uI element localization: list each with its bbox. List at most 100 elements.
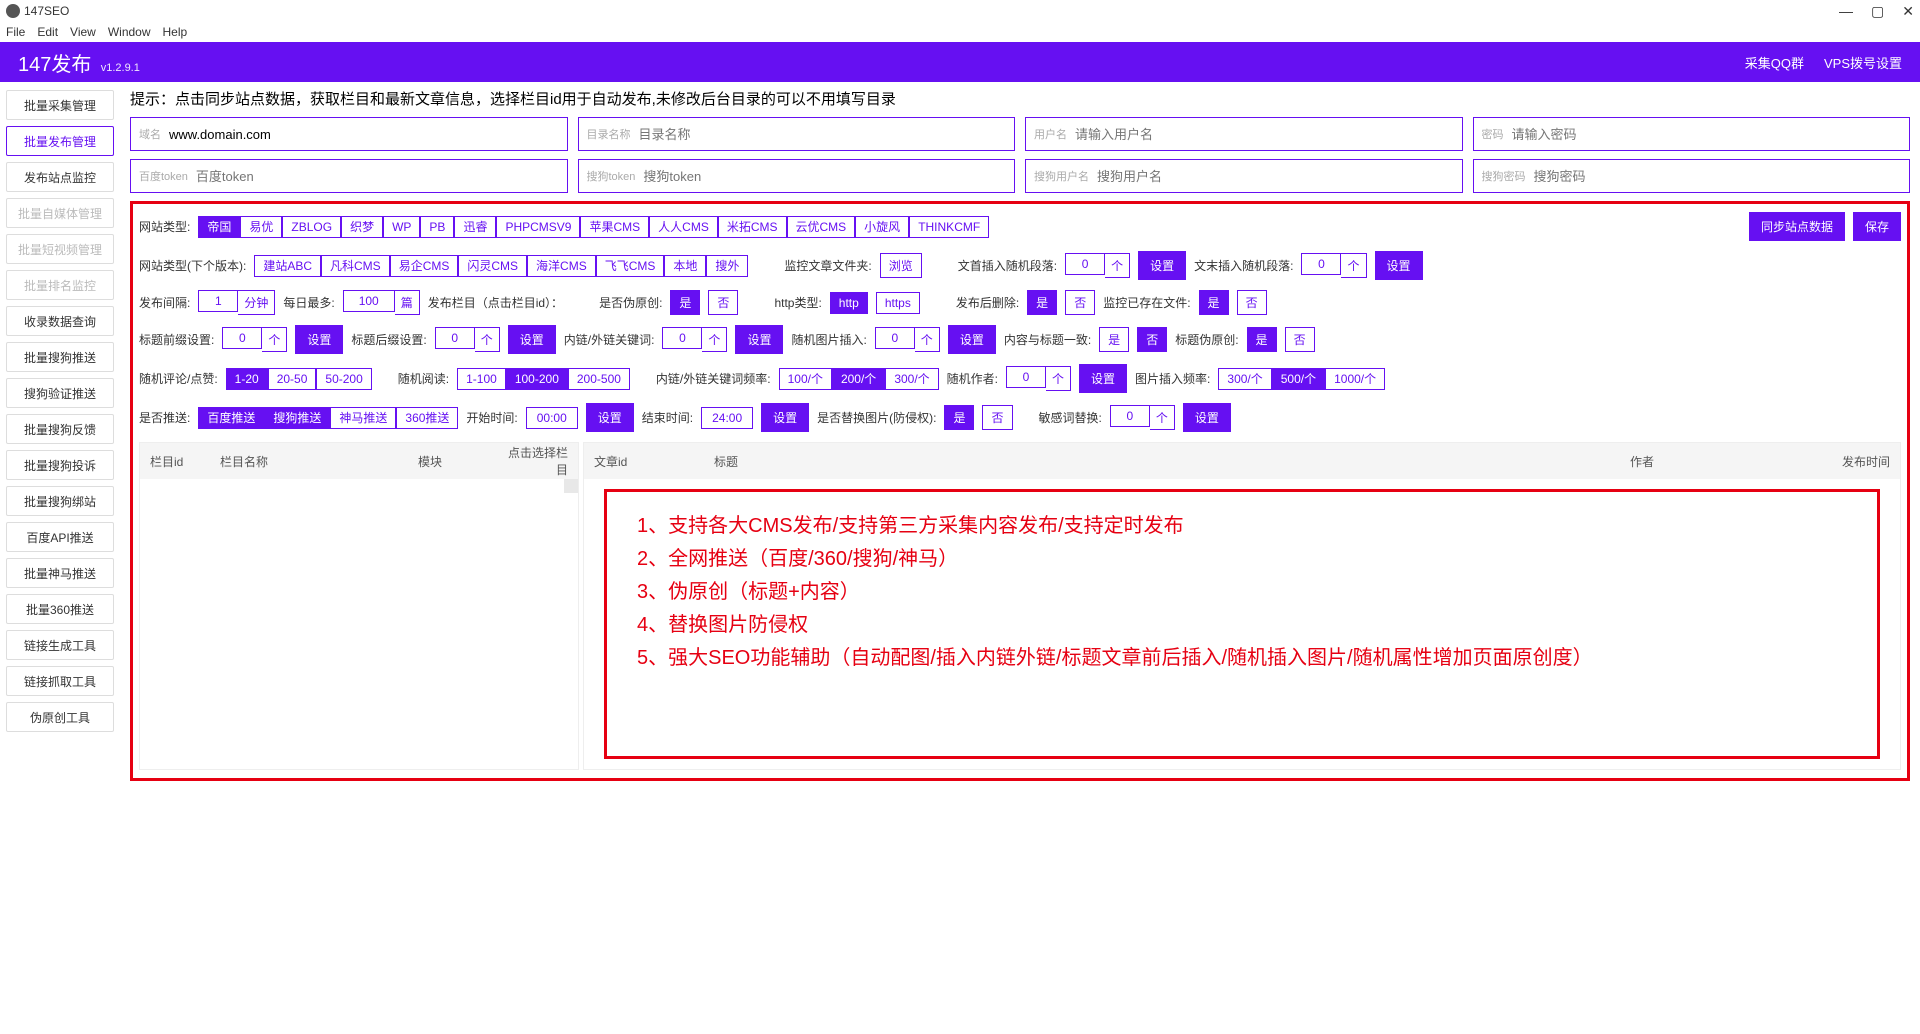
imgFreqs-option-1[interactable]: 500/个 xyxy=(1272,368,1325,390)
linkFreqs-option-2[interactable]: 300/个 xyxy=(885,368,938,390)
maximize-icon[interactable]: ▢ xyxy=(1871,3,1884,20)
siteTypesNext-option-4[interactable]: 海洋CMS xyxy=(527,255,596,277)
menu-edit[interactable]: Edit xyxy=(37,25,58,39)
title-suffix-input[interactable] xyxy=(435,327,475,349)
sidebar-item-2[interactable]: 发布站点监控 xyxy=(6,162,114,192)
sidebar-item-1[interactable]: 批量发布管理 xyxy=(6,126,114,156)
input-dirname[interactable]: 目录名称 xyxy=(578,117,1016,151)
delafter-no[interactable]: 否 xyxy=(1065,290,1095,315)
link-keyword-input[interactable] xyxy=(662,327,702,349)
sogou-user-field[interactable] xyxy=(1097,169,1454,184)
title-suffix-set[interactable]: 设置 xyxy=(508,325,556,354)
sidebar-item-8[interactable]: 搜狗验证推送 xyxy=(6,378,114,408)
pushOptions-option-2[interactable]: 神马推送 xyxy=(330,407,396,429)
commentRanges-option-2[interactable]: 50-200 xyxy=(316,368,371,390)
http-option[interactable]: http xyxy=(830,292,868,314)
readRanges-option-2[interactable]: 200-500 xyxy=(568,368,630,390)
input-domain[interactable]: 域名 xyxy=(130,117,568,151)
readRanges-option-1[interactable]: 100-200 xyxy=(506,368,568,390)
input-sogou-user[interactable]: 搜狗用户名 xyxy=(1025,159,1463,193)
https-option[interactable]: https xyxy=(876,292,920,314)
input-password[interactable]: 密码 xyxy=(1473,117,1911,151)
link-qq-group[interactable]: 采集QQ群 xyxy=(1745,53,1804,72)
monexist-yes[interactable]: 是 xyxy=(1199,290,1229,315)
ctitle-yes[interactable]: 是 xyxy=(1099,327,1129,352)
dirname-field[interactable] xyxy=(639,127,1007,142)
domain-field[interactable] xyxy=(169,127,559,142)
siteTypesNext-option-3[interactable]: 闪灵CMS xyxy=(458,255,527,277)
browse-button[interactable]: 浏览 xyxy=(880,253,922,278)
input-sogou-token[interactable]: 搜狗token xyxy=(578,159,1016,193)
siteTypes-option-3[interactable]: 织梦 xyxy=(341,216,383,238)
siteTypes-option-5[interactable]: PB xyxy=(420,216,454,238)
imgFreqs-option-0[interactable]: 300/个 xyxy=(1218,368,1271,390)
sidebar-item-3[interactable]: 批量自媒体管理 xyxy=(6,198,114,228)
rand-img-input[interactable] xyxy=(875,327,915,349)
save-button[interactable]: 保存 xyxy=(1853,212,1901,241)
input-baidu-token[interactable]: 百度token xyxy=(130,159,568,193)
siteTypesNext-option-2[interactable]: 易企CMS xyxy=(390,255,459,277)
tpseudo-yes[interactable]: 是 xyxy=(1247,327,1277,352)
pushOptions-option-3[interactable]: 360推送 xyxy=(396,407,458,429)
sidebar-item-10[interactable]: 批量搜狗投诉 xyxy=(6,450,114,480)
sidebar-item-16[interactable]: 链接抓取工具 xyxy=(6,666,114,696)
interval-input[interactable] xyxy=(198,290,238,312)
prefix-random-set[interactable]: 设置 xyxy=(1138,251,1186,280)
tpseudo-no[interactable]: 否 xyxy=(1285,327,1315,352)
rand-author-input[interactable] xyxy=(1006,366,1046,388)
monexist-no[interactable]: 否 xyxy=(1237,290,1267,315)
sidebar-item-6[interactable]: 收录数据查询 xyxy=(6,306,114,336)
sidebar-item-14[interactable]: 批量360推送 xyxy=(6,594,114,624)
ctitle-no[interactable]: 否 xyxy=(1137,327,1167,352)
linkFreqs-option-0[interactable]: 100/个 xyxy=(779,368,832,390)
commentRanges-option-0[interactable]: 1-20 xyxy=(226,368,268,390)
menu-file[interactable]: File xyxy=(6,25,25,39)
siteTypes-option-10[interactable]: 米拓CMS xyxy=(718,216,787,238)
siteTypesNext-option-0[interactable]: 建站ABC xyxy=(254,255,321,277)
siteTypesNext-option-5[interactable]: 飞飞CMS xyxy=(596,255,665,277)
pseudo-yes[interactable]: 是 xyxy=(670,290,700,315)
siteTypes-option-9[interactable]: 人人CMS xyxy=(649,216,718,238)
siteTypes-option-0[interactable]: 帝国 xyxy=(198,216,240,238)
repimg-no[interactable]: 否 xyxy=(982,405,1012,430)
siteTypesNext-option-7[interactable]: 搜外 xyxy=(706,255,748,277)
suffix-random-set[interactable]: 设置 xyxy=(1375,251,1423,280)
sidebar-item-5[interactable]: 批量排名监控 xyxy=(6,270,114,300)
start-time-input[interactable] xyxy=(526,407,578,429)
sogou-token-field[interactable] xyxy=(643,169,1006,184)
siteTypes-option-13[interactable]: THINKCMF xyxy=(909,216,989,238)
minimize-icon[interactable]: — xyxy=(1839,3,1853,20)
pseudo-no[interactable]: 否 xyxy=(708,290,738,315)
siteTypes-option-2[interactable]: ZBLOG xyxy=(282,216,341,238)
menu-window[interactable]: Window xyxy=(108,25,151,39)
rand-img-set[interactable]: 设置 xyxy=(948,325,996,354)
input-username[interactable]: 用户名 xyxy=(1025,117,1463,151)
username-field[interactable] xyxy=(1075,127,1454,142)
sidebar-item-7[interactable]: 批量搜狗推送 xyxy=(6,342,114,372)
siteTypes-option-8[interactable]: 苹果CMS xyxy=(580,216,649,238)
pushOptions-option-1[interactable]: 搜狗推送 xyxy=(264,407,330,429)
input-sogou-pwd[interactable]: 搜狗密码 xyxy=(1473,159,1911,193)
title-prefix-input[interactable] xyxy=(222,327,262,349)
sidebar-item-15[interactable]: 链接生成工具 xyxy=(6,630,114,660)
siteTypes-option-12[interactable]: 小旋风 xyxy=(855,216,909,238)
siteTypes-option-4[interactable]: WP xyxy=(383,216,420,238)
readRanges-option-0[interactable]: 1-100 xyxy=(457,368,506,390)
commentRanges-option-1[interactable]: 20-50 xyxy=(268,368,317,390)
siteTypes-option-7[interactable]: PHPCMSV9 xyxy=(496,216,580,238)
siteTypesNext-option-6[interactable]: 本地 xyxy=(664,255,706,277)
sidebar-item-12[interactable]: 百度API推送 xyxy=(6,522,114,552)
repimg-yes[interactable]: 是 xyxy=(944,405,974,430)
end-time-set[interactable]: 设置 xyxy=(761,403,809,432)
sync-site-button[interactable]: 同步站点数据 xyxy=(1749,212,1845,241)
end-time-input[interactable] xyxy=(701,407,753,429)
menu-help[interactable]: Help xyxy=(163,25,188,39)
sidebar-item-17[interactable]: 伪原创工具 xyxy=(6,702,114,732)
start-time-set[interactable]: 设置 xyxy=(586,403,634,432)
siteTypes-option-1[interactable]: 易优 xyxy=(240,216,282,238)
sidebar-item-4[interactable]: 批量短视频管理 xyxy=(6,234,114,264)
linkFreqs-option-1[interactable]: 200/个 xyxy=(832,368,885,390)
menu-view[interactable]: View xyxy=(70,25,96,39)
baidu-token-field[interactable] xyxy=(196,169,559,184)
siteTypesNext-option-1[interactable]: 凡科CMS xyxy=(321,255,390,277)
